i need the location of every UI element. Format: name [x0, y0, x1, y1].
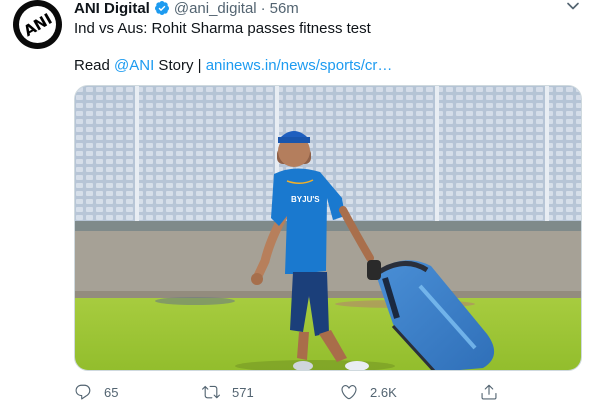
verified-badge-icon — [154, 1, 169, 15]
ani-logo: ANI — [20, 9, 55, 40]
tweet-actions: 65 571 2.6K — [74, 380, 584, 404]
like-count: 2.6K — [370, 384, 397, 400]
mention-link[interactable]: @ANI — [114, 57, 154, 74]
story-label: Story | — [154, 57, 206, 74]
tweet-text-line1: Ind vs Aus: Rohit Sharma passes fitness … — [74, 20, 371, 37]
retweet-count: 571 — [232, 384, 254, 400]
share-icon — [481, 384, 497, 400]
author-handle[interactable]: @ani_digital — [174, 0, 257, 17]
jersey-sponsor-text: BYJU'S — [291, 195, 320, 204]
retweet-button[interactable]: 571 — [202, 380, 254, 404]
like-icon — [341, 385, 357, 400]
avatar-logo-badge: ANI — [19, 6, 56, 43]
separator-dot: · — [260, 0, 266, 17]
more-icon[interactable] — [563, 0, 583, 14]
tweet[interactable]: ANI ANI Digital @ani_digital · 56m Ind v… — [0, 0, 593, 413]
author-name[interactable]: ANI Digital — [74, 0, 150, 17]
article-link[interactable]: aninews.in/news/sports/cr… — [206, 57, 393, 74]
reply-button[interactable]: 65 — [74, 380, 118, 404]
retweet-icon — [202, 385, 220, 399]
share-button[interactable] — [480, 380, 498, 404]
tweet-text-line2: Read @ANI Story | aninews.in/news/sports… — [74, 57, 392, 74]
read-label: Read — [74, 57, 115, 74]
author-avatar[interactable]: ANI — [13, 0, 62, 49]
tweet-header: ANI Digital @ani_digital · 56m — [74, 0, 299, 18]
reply-icon — [75, 384, 91, 400]
tweet-photo[interactable]: BYJU'S — [74, 85, 582, 371]
tweet-timestamp[interactable]: 56m — [270, 0, 299, 17]
reply-count: 65 — [104, 384, 119, 400]
like-button[interactable]: 2.6K — [340, 380, 397, 404]
cricket-photo: BYJU'S — [75, 86, 581, 370]
